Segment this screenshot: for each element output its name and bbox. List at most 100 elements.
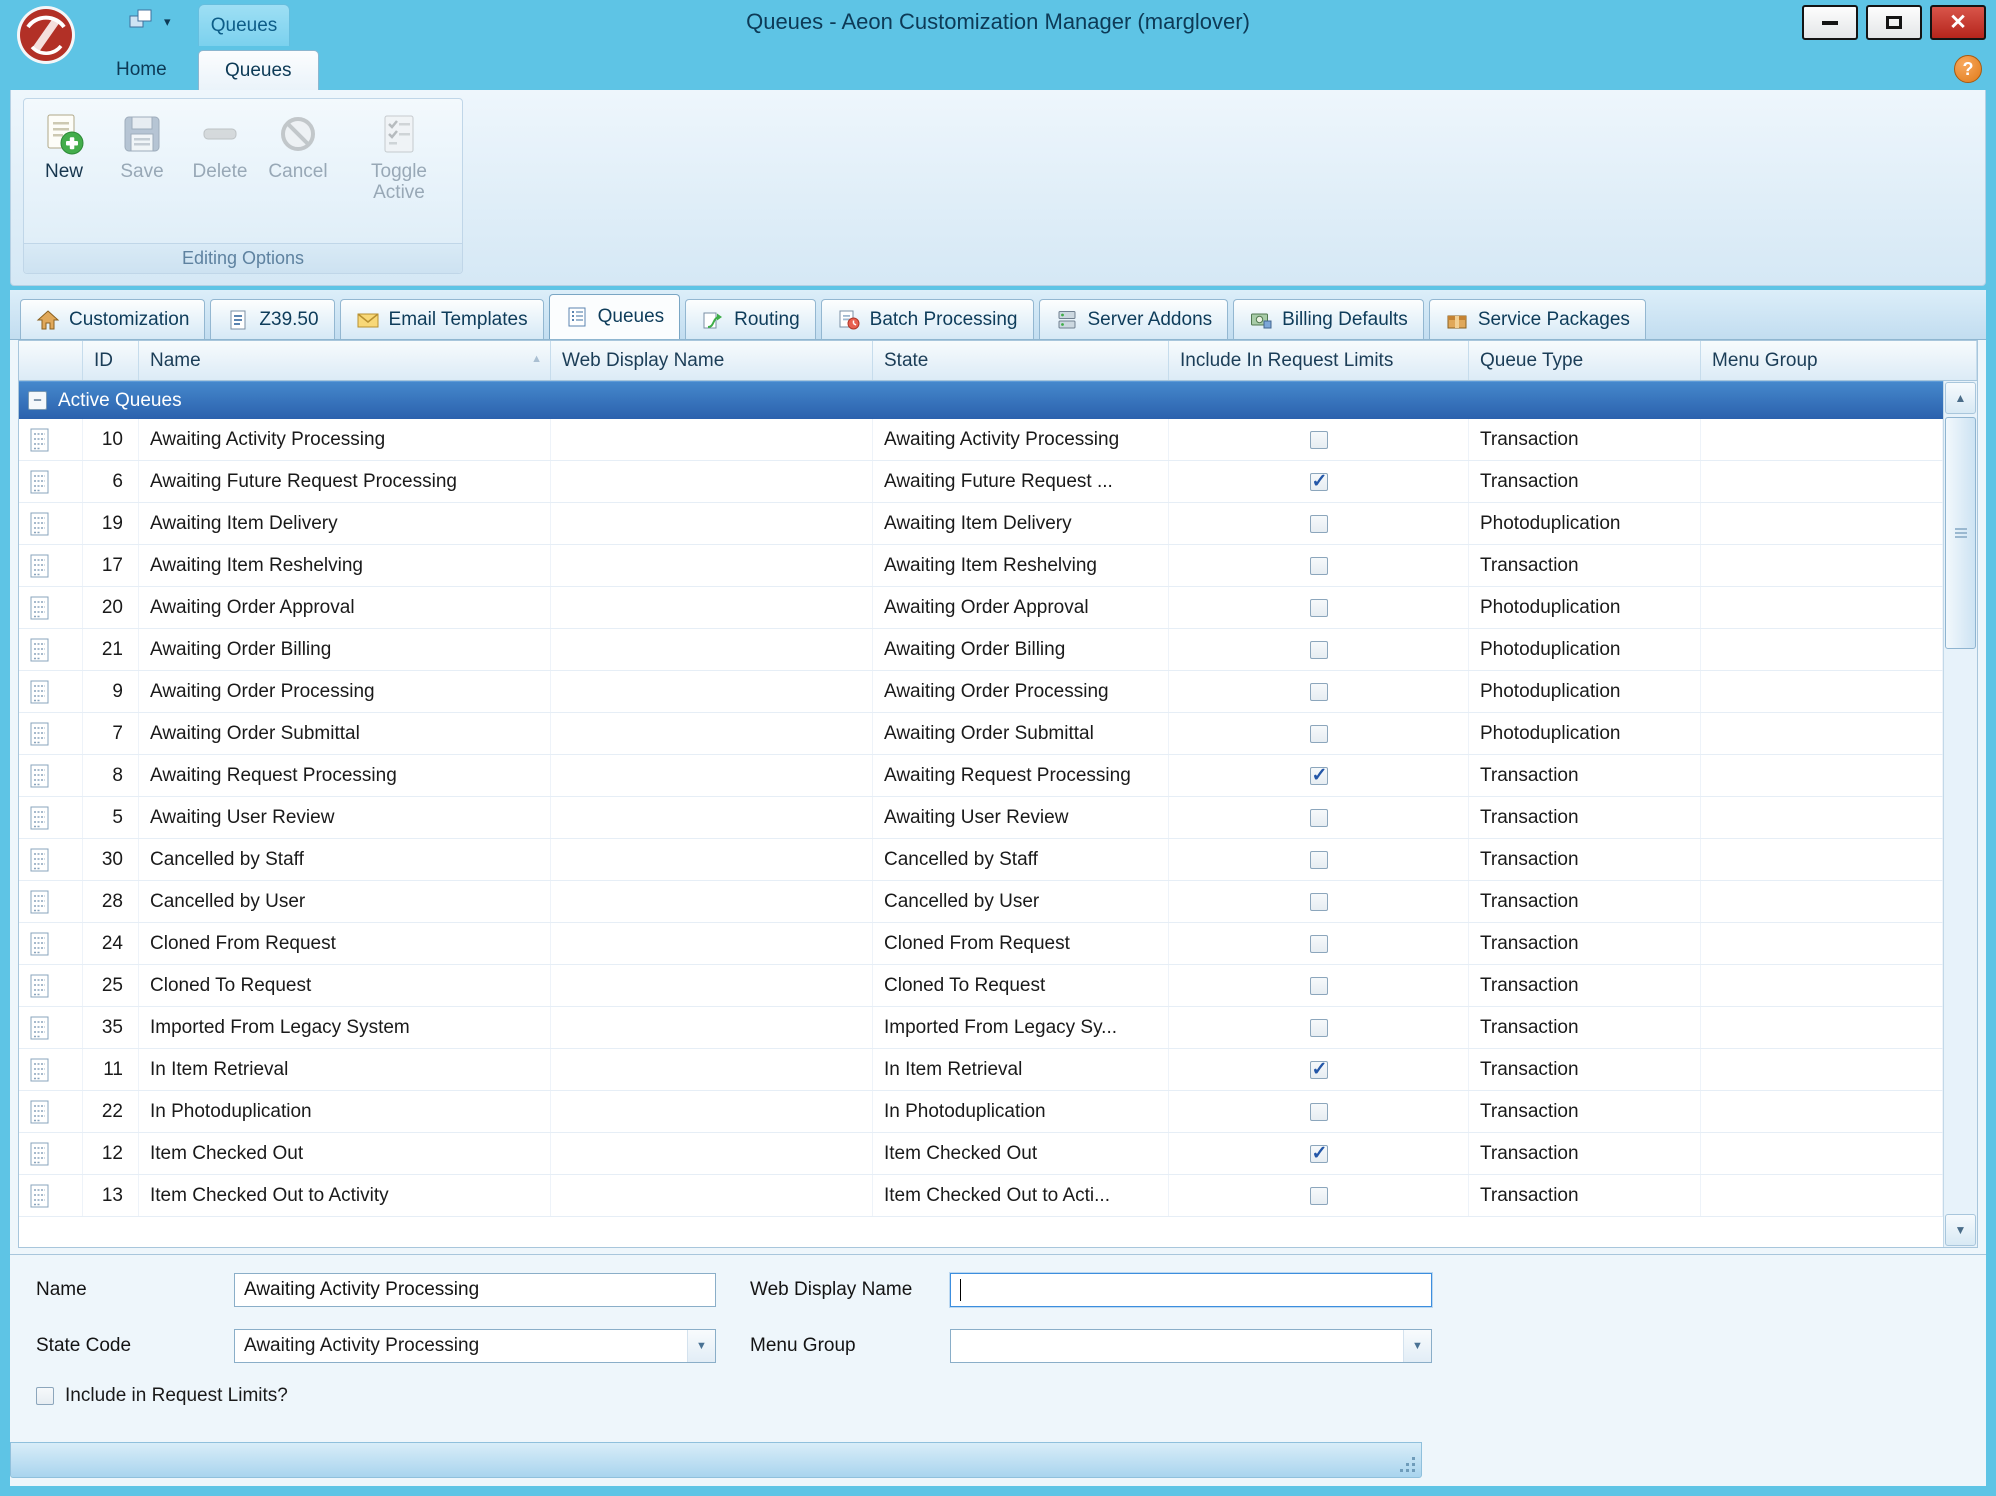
column-header-include-in-request-limits[interactable]: Include In Request Limits [1169, 341, 1469, 380]
table-row[interactable]: 21 Awaiting Order Billing Awaiting Order… [19, 629, 1943, 671]
include-checkbox[interactable] [1310, 431, 1328, 449]
column-header-icon[interactable] [19, 341, 83, 380]
table-row[interactable]: 10 Awaiting Activity Processing Awaiting… [19, 419, 1943, 461]
include-checkbox[interactable] [1310, 977, 1328, 995]
chevron-down-icon[interactable]: ▼ [1403, 1330, 1431, 1362]
table-row[interactable]: 9 Awaiting Order Processing Awaiting Ord… [19, 671, 1943, 713]
include-checkbox[interactable] [1310, 1061, 1328, 1079]
include-checkbox[interactable] [1310, 1145, 1328, 1163]
tab-z3950[interactable]: Z39.50 [210, 299, 334, 339]
queue-record-icon [30, 890, 52, 914]
table-row[interactable]: 20 Awaiting Order Approval Awaiting Orde… [19, 587, 1943, 629]
batch-clock-icon [837, 308, 861, 332]
table-row[interactable]: 7 Awaiting Order Submittal Awaiting Orde… [19, 713, 1943, 755]
include-checkbox[interactable] [1310, 767, 1328, 785]
tab-billing-defaults[interactable]: Billing Defaults [1233, 299, 1424, 339]
tab-queues[interactable]: Queues [549, 294, 681, 339]
cell-state: Item Checked Out [873, 1133, 1169, 1174]
include-checkbox[interactable] [1310, 515, 1328, 533]
cell-name: Cloned From Request [139, 923, 551, 964]
tab-customization[interactable]: Customization [20, 299, 205, 339]
maximize-button[interactable] [1866, 5, 1922, 40]
close-button[interactable]: ✕ [1930, 5, 1986, 40]
cell-name: Imported From Legacy System [139, 1007, 551, 1048]
vertical-scrollbar[interactable]: ▲ ▼ [1943, 381, 1977, 1247]
collapse-icon[interactable]: − [28, 391, 47, 410]
queue-record-icon [30, 596, 52, 620]
new-button[interactable]: New [28, 107, 100, 187]
include-checkbox[interactable] [1310, 935, 1328, 953]
tab-batch-processing[interactable]: Batch Processing [821, 299, 1034, 339]
scroll-up-icon[interactable]: ▲ [1945, 382, 1976, 414]
table-row[interactable]: 11 In Item Retrieval In Item Retrieval T… [19, 1049, 1943, 1091]
chevron-down-icon[interactable]: ▼ [687, 1330, 715, 1362]
table-row[interactable]: 28 Cancelled by User Cancelled by User T… [19, 881, 1943, 923]
state-code-dropdown[interactable]: Awaiting Activity Processing ▼ [234, 1329, 716, 1363]
qat-switch-window-icon[interactable] [128, 8, 154, 36]
scrollbar-thumb[interactable] [1945, 417, 1976, 649]
row-icon-cell [19, 881, 83, 922]
include-checkbox[interactable] [1310, 641, 1328, 659]
cancel-button[interactable]: Cancel [262, 107, 334, 187]
queue-record-icon [30, 680, 52, 704]
tab-service-packages[interactable]: Service Packages [1429, 299, 1646, 339]
ribbon-tab-home[interactable]: Home [90, 50, 193, 90]
delete-button[interactable]: Delete [184, 107, 256, 187]
column-header-web-display-name[interactable]: Web Display Name [551, 341, 873, 380]
help-icon[interactable]: ? [1954, 55, 1982, 83]
column-header-queue-type[interactable]: Queue Type [1469, 341, 1701, 380]
minimize-button[interactable] [1802, 5, 1858, 40]
tab-email-templates[interactable]: Email Templates [340, 299, 544, 339]
section-tab-strip: Customization Z39.50 Email Templates Que… [10, 290, 1986, 340]
include-checkbox[interactable] [1310, 683, 1328, 701]
web-display-name-field[interactable] [950, 1273, 1432, 1307]
table-row[interactable]: 30 Cancelled by Staff Cancelled by Staff… [19, 839, 1943, 881]
include-checkbox[interactable] [1310, 557, 1328, 575]
table-row[interactable]: 5 Awaiting User Review Awaiting User Rev… [19, 797, 1943, 839]
table-row[interactable]: 13 Item Checked Out to Activity Item Che… [19, 1175, 1943, 1217]
name-field[interactable] [234, 1273, 716, 1307]
include-checkbox[interactable] [1310, 725, 1328, 743]
column-header-menu-group[interactable]: Menu Group [1701, 341, 1977, 380]
table-row[interactable]: 25 Cloned To Request Cloned To Request T… [19, 965, 1943, 1007]
column-header-state[interactable]: State [873, 341, 1169, 380]
cell-menu-group [1701, 1091, 1943, 1132]
include-checkbox[interactable] [1310, 1187, 1328, 1205]
scroll-down-icon[interactable]: ▼ [1945, 1214, 1976, 1246]
app-logo-icon[interactable] [16, 5, 76, 65]
tab-server-addons[interactable]: Server Addons [1039, 299, 1229, 339]
row-icon-cell [19, 797, 83, 838]
resize-grip-icon[interactable] [1399, 1456, 1415, 1472]
include-checkbox[interactable] [1310, 851, 1328, 869]
table-row[interactable]: 35 Imported From Legacy System Imported … [19, 1007, 1943, 1049]
ribbon-tab-queues[interactable]: Queues [198, 50, 319, 90]
queue-record-icon [30, 512, 52, 536]
qat-dropdown-icon[interactable]: ▾ [164, 14, 171, 30]
toggle-active-button[interactable]: Toggle Active [340, 107, 458, 208]
contextual-tab-header[interactable]: Queues [198, 4, 290, 46]
cell-include-in-request-limits [1169, 629, 1469, 670]
table-row[interactable]: 22 In Photoduplication In Photoduplicati… [19, 1091, 1943, 1133]
include-checkbox[interactable] [1310, 473, 1328, 491]
tab-routing[interactable]: Routing [685, 299, 816, 339]
menu-group-dropdown[interactable]: ▼ [950, 1329, 1432, 1363]
include-checkbox[interactable] [1310, 599, 1328, 617]
cell-id: 8 [83, 755, 139, 796]
save-button[interactable]: Save [106, 107, 178, 187]
table-row[interactable]: 19 Awaiting Item Delivery Awaiting Item … [19, 503, 1943, 545]
form-include-checkbox[interactable] [36, 1387, 54, 1405]
include-checkbox[interactable] [1310, 1103, 1328, 1121]
table-row[interactable]: 24 Cloned From Request Cloned From Reque… [19, 923, 1943, 965]
table-row[interactable]: 8 Awaiting Request Processing Awaiting R… [19, 755, 1943, 797]
column-header-name[interactable]: Name ▲ [139, 341, 551, 380]
table-row[interactable]: 12 Item Checked Out Item Checked Out Tra… [19, 1133, 1943, 1175]
titlebar[interactable]: ▾ Queues Queues - Aeon Customization Man… [0, 0, 1996, 46]
include-checkbox[interactable] [1310, 1019, 1328, 1037]
include-checkbox[interactable] [1310, 809, 1328, 827]
group-row-active-queues[interactable]: − Active Queues [19, 381, 1943, 419]
column-header-id[interactable]: ID [83, 341, 139, 380]
include-checkbox[interactable] [1310, 893, 1328, 911]
table-row[interactable]: 6 Awaiting Future Request Processing Awa… [19, 461, 1943, 503]
table-row[interactable]: 17 Awaiting Item Reshelving Awaiting Ite… [19, 545, 1943, 587]
cell-web-display-name [551, 545, 873, 586]
